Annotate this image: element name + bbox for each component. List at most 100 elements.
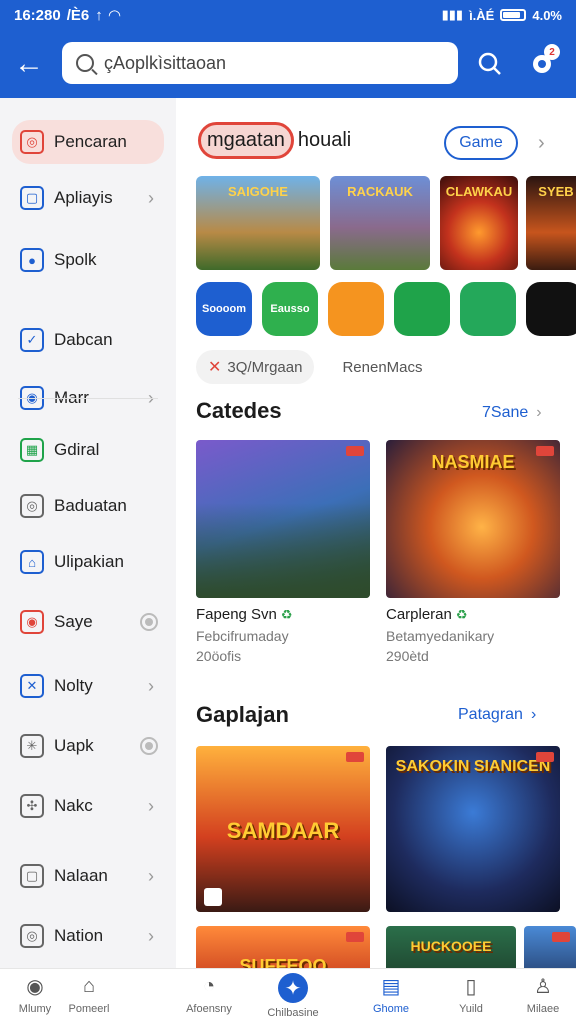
game-card-1-name[interactable]: Fapeng Svn ♻ bbox=[196, 606, 293, 623]
search-icon bbox=[76, 54, 94, 72]
radio-icon[interactable] bbox=[140, 613, 158, 631]
sidebar-item-6[interactable]: ▦ Gdiral bbox=[12, 428, 164, 472]
nav-item-4[interactable]: ✦ Chilbasine bbox=[258, 973, 328, 1023]
game-card-5[interactable]: SUFFEOO bbox=[196, 926, 370, 968]
sidebar-item-label: Apliayis bbox=[54, 188, 113, 207]
game-card-1-sub: Febcifrumaday bbox=[196, 628, 289, 644]
nav-item-5[interactable]: ▤ Ghome bbox=[356, 973, 426, 1023]
camera-icon: ◎ bbox=[20, 494, 44, 518]
sidebar-item-9[interactable]: ◉ Saye bbox=[12, 600, 164, 644]
top-header: 16:280 /È6 ↑ ◠ ▮▮▮ ì.ÀÉ 4.0% ← 2 bbox=[0, 0, 576, 98]
section-link-2[interactable]: Patagran › bbox=[458, 706, 536, 724]
app-icon-2[interactable]: Eausso bbox=[262, 282, 318, 336]
target-icon: ◎ bbox=[20, 130, 44, 154]
game-card-4[interactable]: SAKOKIN SIANICEN bbox=[386, 746, 560, 912]
sidebar-item-label: Nolty bbox=[54, 676, 93, 695]
featured-pill[interactable]: mgaatan bbox=[198, 121, 294, 159]
banner-1-title: SAIGOHE bbox=[228, 184, 288, 199]
square-icon: ▢ bbox=[20, 186, 44, 210]
app-icon-5[interactable] bbox=[460, 282, 516, 336]
section-link-2-label: Patagran bbox=[458, 706, 523, 723]
game-card-7[interactable] bbox=[524, 926, 576, 968]
status-bar: 16:280 /È6 ↑ ◠ ▮▮▮ ì.ÀÉ 4.0% bbox=[0, 0, 576, 30]
nav-item-label: Pomeerl bbox=[68, 1003, 110, 1015]
sidebar-item-3[interactable]: ● Spolk bbox=[12, 238, 164, 282]
banner-1[interactable]: SAIGOHE bbox=[196, 176, 320, 270]
search-input[interactable] bbox=[104, 52, 434, 74]
card-badge bbox=[536, 446, 554, 456]
nav-item-6[interactable]: ▯ Yuild bbox=[436, 973, 506, 1023]
nav-item-2[interactable]: ⌂ Pomeerl bbox=[54, 973, 124, 1023]
section-title-2: Gaplajan bbox=[196, 702, 289, 727]
app-icon-label: Eausso bbox=[270, 303, 310, 315]
banner-3-title: CLAWKAU bbox=[445, 184, 513, 199]
app-icon-1[interactable]: Soooom bbox=[196, 282, 252, 336]
sidebar-item-8[interactable]: ⌂ Ulipakian bbox=[12, 540, 164, 584]
game-card-2-name-text: Carpleran bbox=[386, 606, 452, 623]
signal-icon: ↑ bbox=[95, 6, 103, 24]
sidebar-item-label: Nation bbox=[54, 926, 104, 945]
chevron-right-icon: › bbox=[536, 404, 542, 421]
banner-2[interactable]: RACKAUK bbox=[330, 176, 430, 270]
sidebar-item-1[interactable]: ◎ Pencaran bbox=[12, 120, 164, 164]
sidebar: ◎Pencaran▢Apliayis›●Spolk✓Dabcan◉Marr›▦G… bbox=[0, 98, 176, 968]
banner-4[interactable]: SYEB bbox=[526, 176, 576, 270]
compass-icon: ◉ bbox=[26, 975, 44, 998]
sidebar-item-12[interactable]: ✣ Nakc › bbox=[12, 784, 164, 828]
tag-chip-2[interactable]: RenenMacs bbox=[330, 350, 434, 384]
search-bar[interactable] bbox=[62, 42, 458, 84]
game-card-3[interactable]: SAMDAAR bbox=[196, 746, 370, 912]
app-icon-6[interactable] bbox=[526, 282, 576, 336]
tag-chip-1[interactable]: ✕ 3Q/Mrgaan bbox=[196, 350, 315, 384]
game-card-3-logo: SAMDAAR bbox=[226, 818, 340, 843]
main-content: mgaatan houali Game › SAIGOHE RACKAUK CL… bbox=[176, 98, 576, 968]
battery-icon bbox=[500, 9, 527, 21]
sidebar-item-7[interactable]: ◎ Baduatan bbox=[12, 484, 164, 528]
game-card-2[interactable]: NASMIAE bbox=[386, 440, 560, 598]
sidebar-item-10[interactable]: ✕ Nolty › bbox=[12, 664, 164, 708]
card-badge bbox=[346, 446, 364, 456]
section-link-1[interactable]: 7Sane › bbox=[482, 404, 542, 422]
chevron-right-icon[interactable]: › bbox=[538, 132, 545, 155]
game-card-2-name[interactable]: Carpleran ♻ bbox=[386, 606, 468, 623]
camera-icon bbox=[204, 888, 222, 906]
notification-badge: 2 bbox=[544, 44, 560, 60]
tag-row: ✕ 3Q/Mrgaan RenenMacs bbox=[196, 350, 435, 384]
card-badge bbox=[346, 932, 364, 942]
app-icon-3[interactable] bbox=[328, 282, 384, 336]
radio-icon[interactable] bbox=[140, 737, 158, 755]
game-card-6[interactable]: HUCKOOEE bbox=[386, 926, 516, 968]
gauge-icon: ◔ bbox=[202, 974, 216, 997]
sidebar-item-11[interactable]: ✳ Uapk bbox=[12, 724, 164, 768]
leaf-icon: ♻ bbox=[455, 606, 468, 622]
circle-icon: ◎ bbox=[20, 924, 44, 948]
featured-title-text: houali bbox=[297, 128, 352, 151]
pages-icon: ▯ bbox=[465, 975, 477, 998]
sidebar-item-2[interactable]: ▢ Apliayis › bbox=[12, 176, 164, 220]
chevron-right-icon: › bbox=[148, 795, 154, 816]
back-arrow-icon[interactable]: ← bbox=[0, 40, 58, 88]
chevron-right-icon: › bbox=[148, 187, 154, 208]
heart-icon[interactable] bbox=[470, 44, 510, 84]
game-card-2-sub: Betamyedanikary bbox=[386, 628, 495, 644]
sidebar-item-14[interactable]: ◎ Nation › bbox=[12, 914, 164, 958]
card-art bbox=[196, 503, 370, 598]
nav-item-label: Milaee bbox=[526, 1003, 560, 1015]
card-badge bbox=[346, 752, 364, 762]
chat-icon: ● bbox=[20, 248, 44, 272]
game-filter-chip[interactable]: Game bbox=[444, 126, 518, 160]
sidebar-item-4[interactable]: ✓ Dabcan bbox=[12, 318, 164, 362]
app-icon-4[interactable] bbox=[394, 282, 450, 336]
sidebar-item-13[interactable]: ▢ Nalaan › bbox=[12, 854, 164, 898]
status-extra: /È6 bbox=[66, 6, 90, 24]
nav-item-7[interactable]: ♙ Milaee bbox=[508, 973, 576, 1023]
game-card-1[interactable] bbox=[196, 440, 370, 598]
banner-3[interactable]: CLAWKAU bbox=[440, 176, 518, 270]
leaf-icon: ♻ bbox=[280, 606, 293, 622]
sidebar-item-label: Nakc bbox=[54, 796, 93, 815]
nav-item-3[interactable]: ◔ Afoensny bbox=[174, 973, 244, 1023]
notification-button[interactable]: 2 bbox=[522, 44, 562, 84]
star-icon: ✦ bbox=[278, 973, 308, 1003]
sidebar-divider bbox=[18, 398, 158, 399]
sidebar-item-label: Pencaran bbox=[54, 132, 127, 151]
